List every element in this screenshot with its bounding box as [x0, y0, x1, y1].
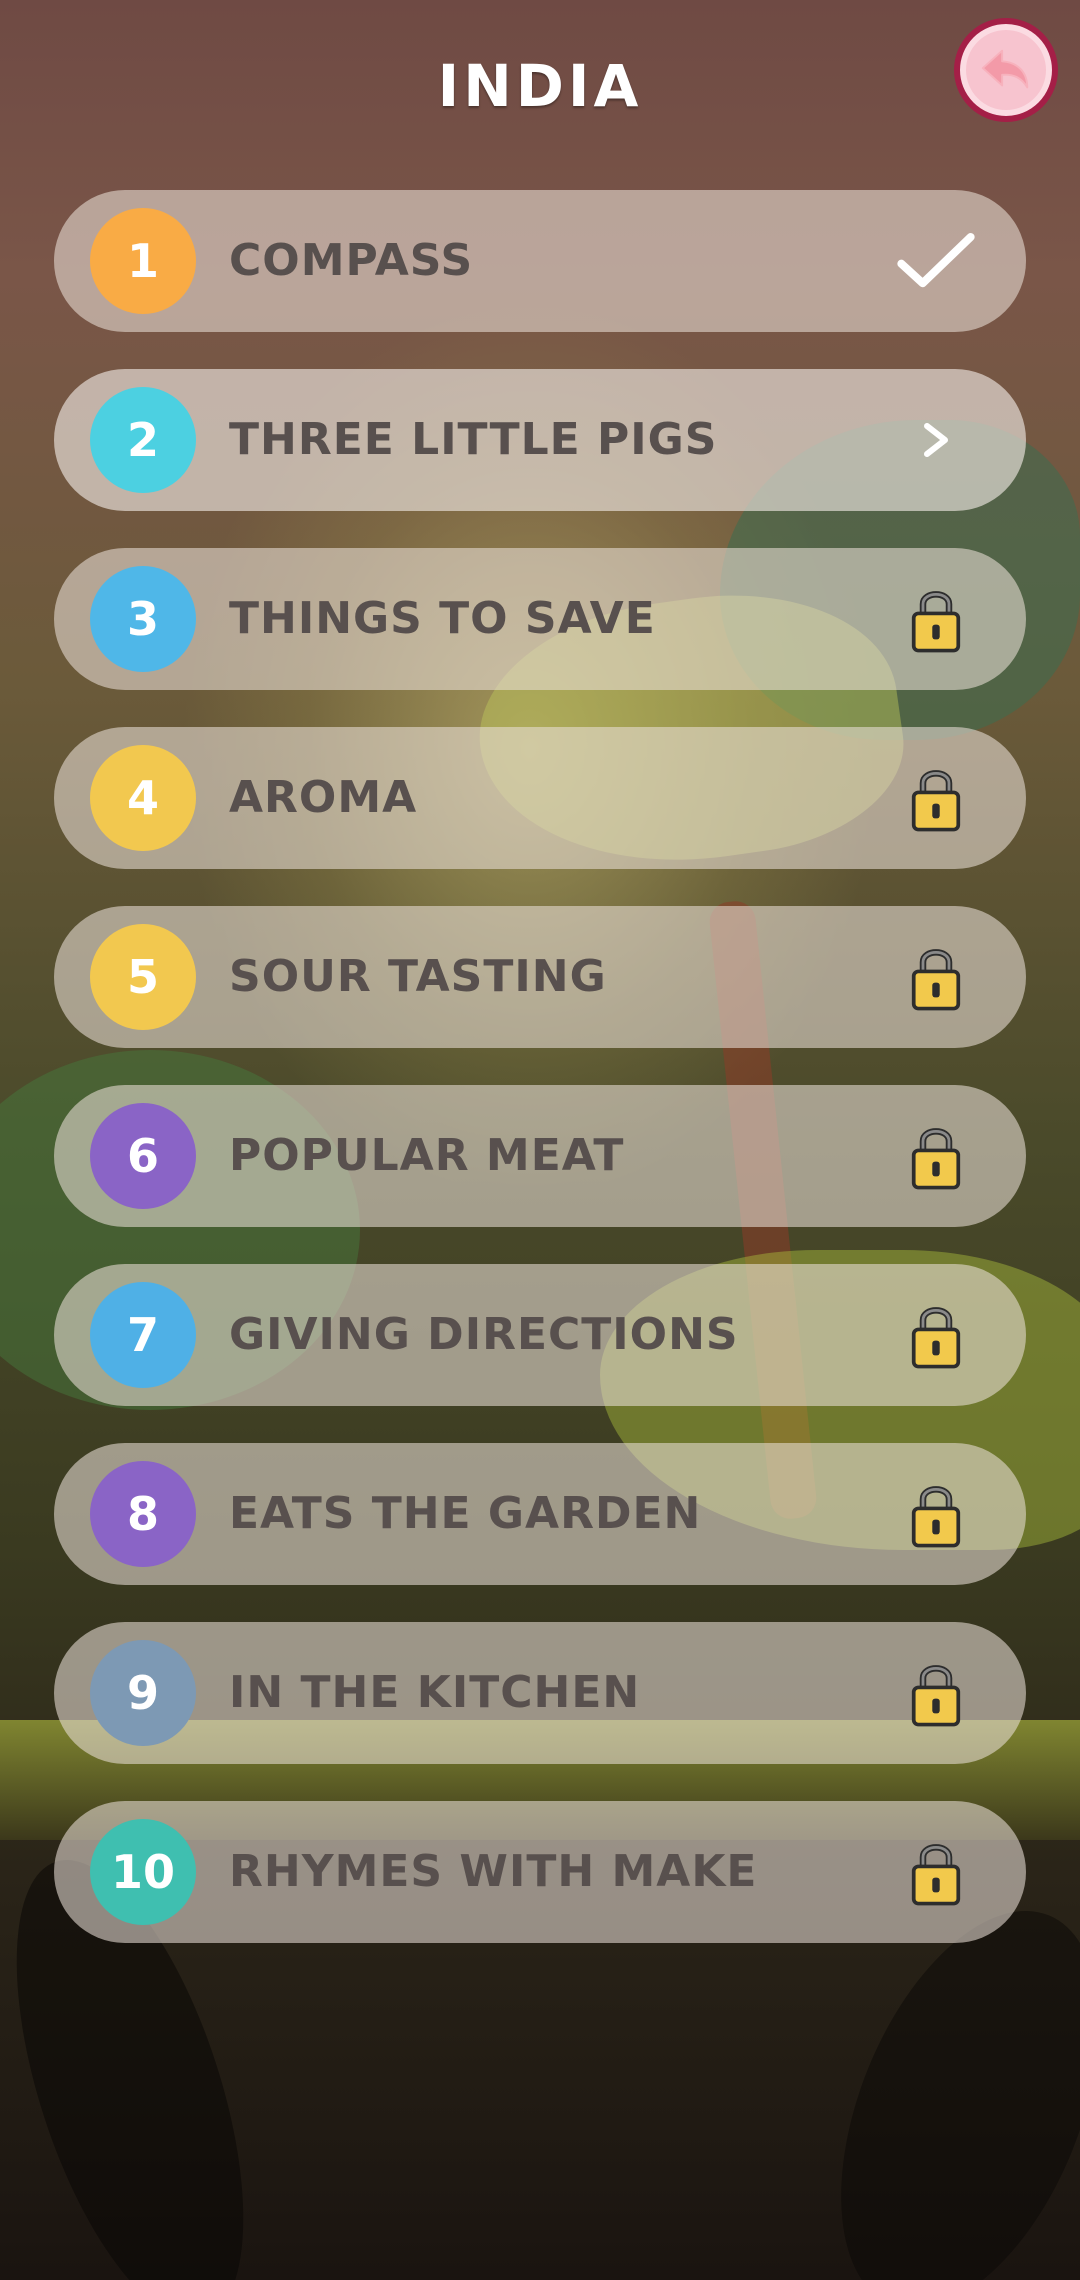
lock-icon — [911, 591, 961, 653]
level-status — [896, 1085, 976, 1227]
lock-icon — [911, 949, 961, 1011]
level-row[interactable]: 5 SOUR TASTING — [54, 906, 1026, 1048]
level-number-badge: 6 — [90, 1103, 196, 1209]
level-status — [896, 369, 976, 511]
level-status — [896, 1622, 976, 1764]
chevron-right-icon — [924, 423, 948, 457]
level-title: SOUR TASTING — [229, 951, 607, 1002]
level-row[interactable]: 4 AROMA — [54, 727, 1026, 869]
lock-icon — [911, 1307, 961, 1369]
level-number-badge: 8 — [90, 1461, 196, 1567]
level-title: IN THE KITCHEN — [229, 1667, 641, 1718]
level-number-badge: 7 — [90, 1282, 196, 1388]
level-row[interactable]: 3 THINGS TO SAVE — [54, 548, 1026, 690]
level-row[interactable]: 6 POPULAR MEAT — [54, 1085, 1026, 1227]
level-list: 1 COMPASS 2 THREE LITTLE PIGS 3 THINGS TO SAV… — [54, 190, 1026, 1980]
page-title: INDIA — [437, 52, 643, 120]
level-number-badge: 1 — [90, 208, 196, 314]
level-row[interactable]: 7 GIVING DIRECTIONS — [54, 1264, 1026, 1406]
level-row[interactable]: 1 COMPASS — [54, 190, 1026, 332]
lock-icon — [911, 770, 961, 832]
level-number-badge: 5 — [90, 924, 196, 1030]
check-icon — [897, 233, 975, 288]
level-title: COMPASS — [229, 235, 474, 286]
level-title: THREE LITTLE PIGS — [229, 414, 718, 465]
level-status — [896, 906, 976, 1048]
level-row[interactable]: 10 RHYMES WITH MAKE — [54, 1801, 1026, 1943]
level-title: GIVING DIRECTIONS — [229, 1309, 739, 1360]
back-arrow-icon — [981, 49, 1029, 89]
level-row[interactable]: 8 EATS THE GARDEN — [54, 1443, 1026, 1585]
lock-icon — [911, 1844, 961, 1906]
level-title: EATS THE GARDEN — [229, 1488, 702, 1539]
level-status — [896, 1801, 976, 1943]
level-select-screen: INDIA 1 COMPASS 2 THREE LITTLE PIGS 3 THINGS … — [0, 0, 1080, 2280]
level-status — [896, 548, 976, 690]
level-status — [896, 727, 976, 869]
level-row[interactable]: 2 THREE LITTLE PIGS — [54, 369, 1026, 511]
level-number-badge: 3 — [90, 566, 196, 672]
level-title: AROMA — [229, 772, 418, 823]
lock-icon — [911, 1486, 961, 1548]
level-number-badge: 9 — [90, 1640, 196, 1746]
level-number-badge: 10 — [90, 1819, 196, 1925]
level-status — [896, 1264, 976, 1406]
level-row[interactable]: 9 IN THE KITCHEN — [54, 1622, 1026, 1764]
level-number-badge: 4 — [90, 745, 196, 851]
level-number-badge: 2 — [90, 387, 196, 493]
level-status — [896, 1443, 976, 1585]
back-button[interactable] — [954, 18, 1058, 122]
lock-icon — [911, 1665, 961, 1727]
level-title: THINGS TO SAVE — [229, 593, 656, 644]
level-status — [896, 190, 976, 332]
lock-icon — [911, 1128, 961, 1190]
level-title: RHYMES WITH MAKE — [229, 1846, 758, 1897]
level-title: POPULAR MEAT — [229, 1130, 625, 1181]
